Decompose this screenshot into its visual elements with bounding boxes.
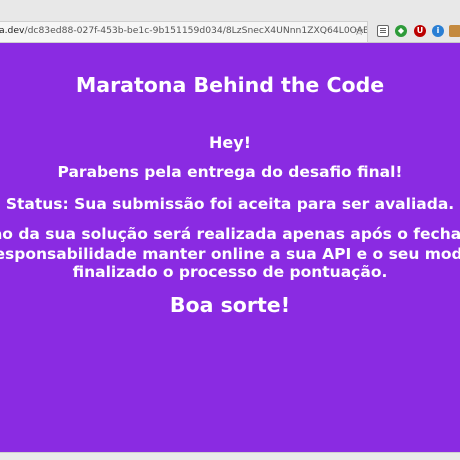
info-paragraph-line-2: responsabilidade manter online a sua API…	[0, 245, 460, 263]
address-bar[interactable]: a.dev/dc83ed88-027f-453b-be1c-9b151159d0…	[0, 21, 368, 43]
browser-toolbar: a.dev/dc83ed88-027f-453b-be1c-9b151159d0…	[0, 0, 460, 43]
info-paragraph-line-1: ção da sua solução será realizada apenas…	[0, 225, 460, 243]
closing-text: Boa sorte!	[169, 293, 291, 317]
url-host: a.dev	[0, 25, 25, 36]
blue-extension-icon[interactable]: i	[432, 25, 444, 37]
url-path: /dc83ed88-027f-453b-be1c-9b151159d034/8L…	[24, 25, 368, 36]
page-title: Maratona Behind the Code	[75, 73, 385, 97]
url-text[interactable]: a.dev/dc83ed88-027f-453b-be1c-9b151159d0…	[0, 25, 368, 36]
status-text: Status: Sua submissão foi aceita para se…	[5, 195, 455, 213]
green-extension-icon[interactable]: ◆	[395, 25, 407, 37]
congrats-text: Parabens pela entrega do desafio final!	[57, 163, 403, 181]
info-paragraph-line-3: finalizado o processo de pontuação.	[72, 263, 388, 281]
ublock-extension-icon[interactable]: U	[414, 25, 426, 37]
horizontal-scrollbar[interactable]	[0, 452, 460, 460]
reader-mode-icon[interactable]	[377, 25, 389, 37]
bookmark-star-icon[interactable]: ☆	[352, 24, 366, 38]
page-content: Maratona Behind the Code Hey! Parabens p…	[0, 43, 460, 452]
greeting-text: Hey!	[209, 133, 251, 152]
screenshot-extension-icon[interactable]	[449, 25, 460, 37]
